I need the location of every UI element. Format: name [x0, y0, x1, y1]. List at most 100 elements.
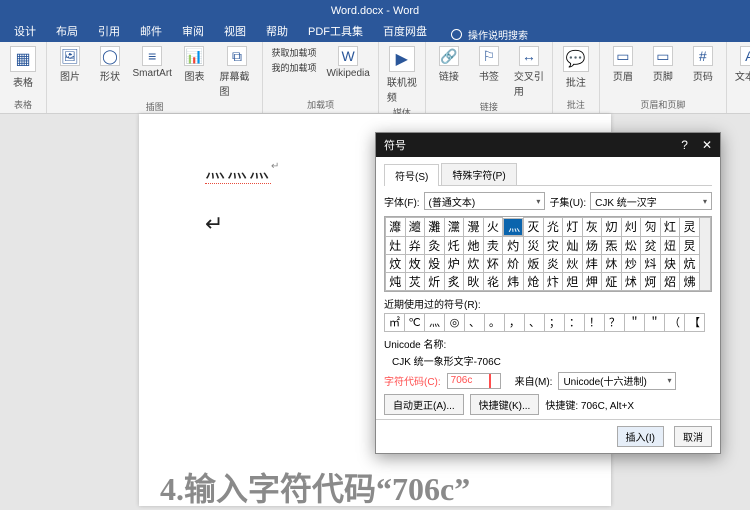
symbol-cell[interactable]: 炐: [582, 254, 602, 272]
symbol-cell[interactable]: 炋: [483, 254, 503, 272]
symbol-cell[interactable]: 炉: [444, 254, 464, 272]
symbol-cell[interactable]: 灵: [680, 218, 700, 237]
symbol-cell[interactable]: 災: [524, 236, 544, 254]
symbol-cell[interactable]: 炤: [660, 272, 680, 290]
charcode-input[interactable]: [447, 373, 501, 389]
symbol-cell[interactable]: 灭: [524, 218, 544, 237]
symbol-cell[interactable]: 火: [483, 218, 503, 237]
cancel-button[interactable]: 取消: [674, 426, 712, 447]
symbol-cell[interactable]: 灾: [543, 236, 563, 254]
recent-symbol[interactable]: ：: [565, 313, 585, 331]
btn-bookmark[interactable]: ⚐书签: [474, 46, 504, 83]
tab-design[interactable]: 设计: [4, 20, 46, 42]
symbol-cell[interactable]: 炠: [582, 272, 602, 290]
symbol-cell[interactable]: 炕: [680, 254, 700, 272]
symbol-cell[interactable]: 灬: [503, 218, 523, 236]
btn-get-addins[interactable]: 获取加载项: [271, 46, 316, 59]
shortcutkey-button[interactable]: 快捷键(K)...: [470, 394, 540, 415]
symbol-cell[interactable]: 炜: [503, 272, 524, 290]
symbol-cell[interactable]: 炥: [680, 272, 700, 290]
symbol-cell[interactable]: 炚: [464, 272, 484, 290]
symbol-cell[interactable]: 炆: [386, 254, 406, 272]
tab-mailings[interactable]: 邮件: [130, 20, 172, 42]
symbol-cell[interactable]: 灳: [641, 218, 661, 237]
symbol-cell[interactable]: 灿: [563, 236, 583, 254]
symbol-cell[interactable]: 灱: [602, 218, 622, 237]
close-icon[interactable]: ✕: [702, 138, 712, 152]
tab-layout[interactable]: 布局: [46, 20, 88, 42]
btn-comment[interactable]: 💬批注: [561, 46, 591, 89]
symbol-cell[interactable]: 炓: [641, 254, 661, 272]
symbol-cell[interactable]: 灘: [425, 218, 445, 237]
symbol-cell[interactable]: 炒: [621, 254, 641, 272]
recent-symbol[interactable]: 灬: [425, 313, 445, 331]
symbol-cell[interactable]: 炄: [660, 236, 680, 254]
btn-my-addins[interactable]: 我的加载项: [271, 61, 316, 74]
btn-table[interactable]: ▦表格: [8, 46, 38, 89]
tab-references[interactable]: 引用: [88, 20, 130, 42]
recent-symbol[interactable]: 、: [525, 313, 545, 331]
tab-help[interactable]: 帮助: [256, 20, 298, 42]
btn-link[interactable]: 🔗链接: [434, 46, 464, 83]
recent-symbol[interactable]: 【: [685, 313, 705, 331]
btn-smartart[interactable]: ≡SmartArt: [135, 46, 169, 79]
recent-symbol[interactable]: ，: [505, 313, 525, 331]
symbol-cell[interactable]: 灖: [386, 218, 406, 237]
symbol-cell[interactable]: 炘: [425, 272, 445, 290]
from-select[interactable]: Unicode(十六进制)▾: [558, 372, 676, 390]
symbol-cell[interactable]: 灰: [582, 218, 602, 237]
btn-shapes[interactable]: ◯形状: [95, 46, 125, 83]
recent-symbol[interactable]: ？: [605, 313, 625, 331]
btn-wikipedia[interactable]: WWikipedia: [326, 46, 369, 79]
symbol-cell[interactable]: 灗: [405, 218, 425, 237]
symbol-cell[interactable]: 灹: [444, 236, 464, 254]
symbol-cell[interactable]: 炣: [641, 272, 661, 290]
font-select[interactable]: (普通文本)▾: [424, 192, 546, 210]
symbol-cell[interactable]: 炅: [680, 236, 700, 254]
tell-me-search[interactable]: 操作说明搜索: [451, 27, 528, 42]
tab-special[interactable]: 特殊字符(P): [441, 163, 516, 185]
subset-select[interactable]: CJK 统一汉字▾: [590, 192, 712, 210]
symbol-cell[interactable]: 炃: [641, 236, 661, 254]
symbol-cell[interactable]: 灼: [503, 236, 524, 254]
symbol-cell[interactable]: 炖: [386, 272, 406, 290]
recent-symbol[interactable]: ℃: [405, 313, 425, 331]
symbol-cell[interactable]: 炞: [543, 272, 563, 290]
symbol-cell[interactable]: 灸: [425, 236, 445, 254]
recent-symbol[interactable]: 、: [465, 313, 485, 331]
symbol-cell[interactable]: 灺: [464, 236, 484, 254]
symbol-cell[interactable]: 灮: [543, 218, 563, 237]
btn-chart[interactable]: 📊图表: [179, 46, 209, 83]
tab-review[interactable]: 审阅: [172, 20, 214, 42]
symbol-cell[interactable]: 炀: [582, 236, 602, 254]
btn-textbox[interactable]: A文本框: [735, 46, 750, 83]
symbol-cell[interactable]: 炑: [602, 254, 622, 272]
btn-screenshot[interactable]: ⧉屏幕截图: [219, 46, 254, 98]
symbol-cell[interactable]: 炇: [405, 254, 425, 272]
symbol-cell[interactable]: 灻: [483, 236, 503, 254]
recent-symbol[interactable]: ＂: [645, 313, 665, 331]
symbol-cell[interactable]: 灯: [563, 218, 583, 237]
btn-footer[interactable]: ▭页脚: [648, 46, 678, 83]
symbol-cell[interactable]: 炍: [524, 254, 544, 272]
tab-pdf[interactable]: PDF工具集: [298, 20, 373, 42]
btn-header[interactable]: ▭页眉: [608, 46, 638, 83]
symbol-cell[interactable]: 炂: [621, 236, 641, 254]
symbol-cell[interactable]: 炢: [621, 272, 641, 290]
symbol-cell[interactable]: 灴: [660, 218, 680, 237]
symbol-cell[interactable]: 炌: [503, 254, 524, 272]
insert-button[interactable]: 插入(I): [617, 426, 664, 447]
btn-pagenum[interactable]: #页码: [688, 46, 718, 83]
symbol-cell[interactable]: 灷: [405, 236, 425, 254]
symbol-cell[interactable]: 炔: [660, 254, 680, 272]
help-icon[interactable]: ?: [681, 138, 688, 152]
symbol-cell[interactable]: 炟: [563, 272, 583, 290]
symbol-cell[interactable]: 炡: [602, 272, 622, 290]
recent-symbol[interactable]: ！: [585, 313, 605, 331]
symbol-cell[interactable]: 炏: [563, 254, 583, 272]
symbol-cell[interactable]: 灚: [464, 218, 484, 237]
autocorrect-button[interactable]: 自动更正(A)...: [384, 394, 464, 415]
symbol-cell[interactable]: 炊: [464, 254, 484, 272]
symbol-cell[interactable]: 炝: [524, 272, 544, 290]
recent-symbol[interactable]: 。: [485, 313, 505, 331]
